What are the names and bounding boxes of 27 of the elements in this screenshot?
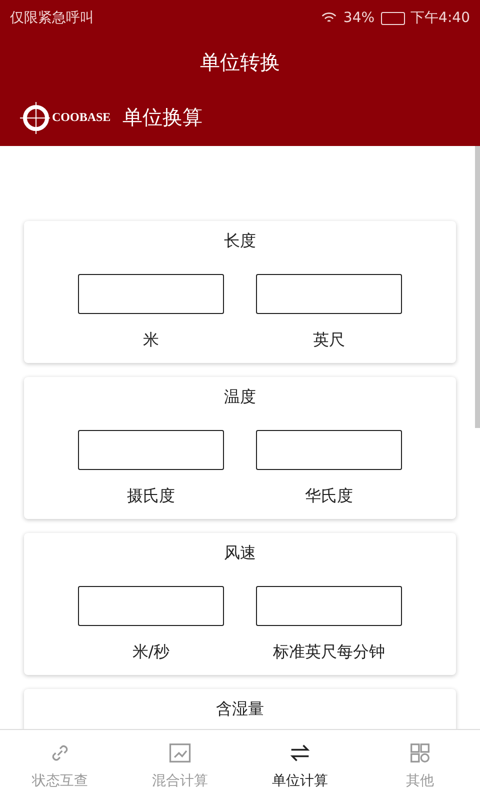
nav-tab[interactable]: 状态互查 bbox=[0, 730, 120, 799]
input-field[interactable] bbox=[78, 586, 224, 626]
input-field[interactable] bbox=[78, 430, 224, 470]
battery-icon bbox=[380, 12, 405, 24]
unit-label: 摄氏度 bbox=[127, 486, 175, 507]
logo: COOBASE bbox=[20, 100, 111, 134]
card-title: 含湿量 bbox=[215, 699, 265, 720]
nav-tab[interactable]: 混合计算 bbox=[120, 730, 240, 799]
carrier-text: 仅限紧急呼叫 bbox=[10, 9, 94, 27]
unit-label: 标准英尺每分钟 bbox=[273, 642, 385, 663]
nav-tab[interactable]: 单位计算 bbox=[240, 730, 360, 799]
unit-label: 米 bbox=[143, 330, 159, 351]
nav-tab[interactable]: 其他 bbox=[360, 730, 480, 799]
card-title: 温度 bbox=[223, 387, 257, 408]
input-field[interactable] bbox=[256, 274, 402, 314]
unit-label: 英尺 bbox=[313, 330, 345, 351]
input-field[interactable] bbox=[256, 586, 402, 626]
battery-percent: 34% bbox=[343, 10, 375, 26]
card-title: 长度 bbox=[223, 231, 257, 252]
input-field[interactable] bbox=[78, 274, 224, 314]
unit-label: 米/秒 bbox=[132, 642, 170, 663]
clock: 下午4:40 bbox=[410, 9, 470, 27]
unit-label: 华氏度 bbox=[305, 486, 353, 507]
page-title: 单位转换 bbox=[200, 48, 280, 76]
input-field[interactable] bbox=[256, 430, 402, 470]
card-title: 风速 bbox=[223, 543, 257, 564]
section-title: 单位换算 bbox=[122, 104, 203, 130]
